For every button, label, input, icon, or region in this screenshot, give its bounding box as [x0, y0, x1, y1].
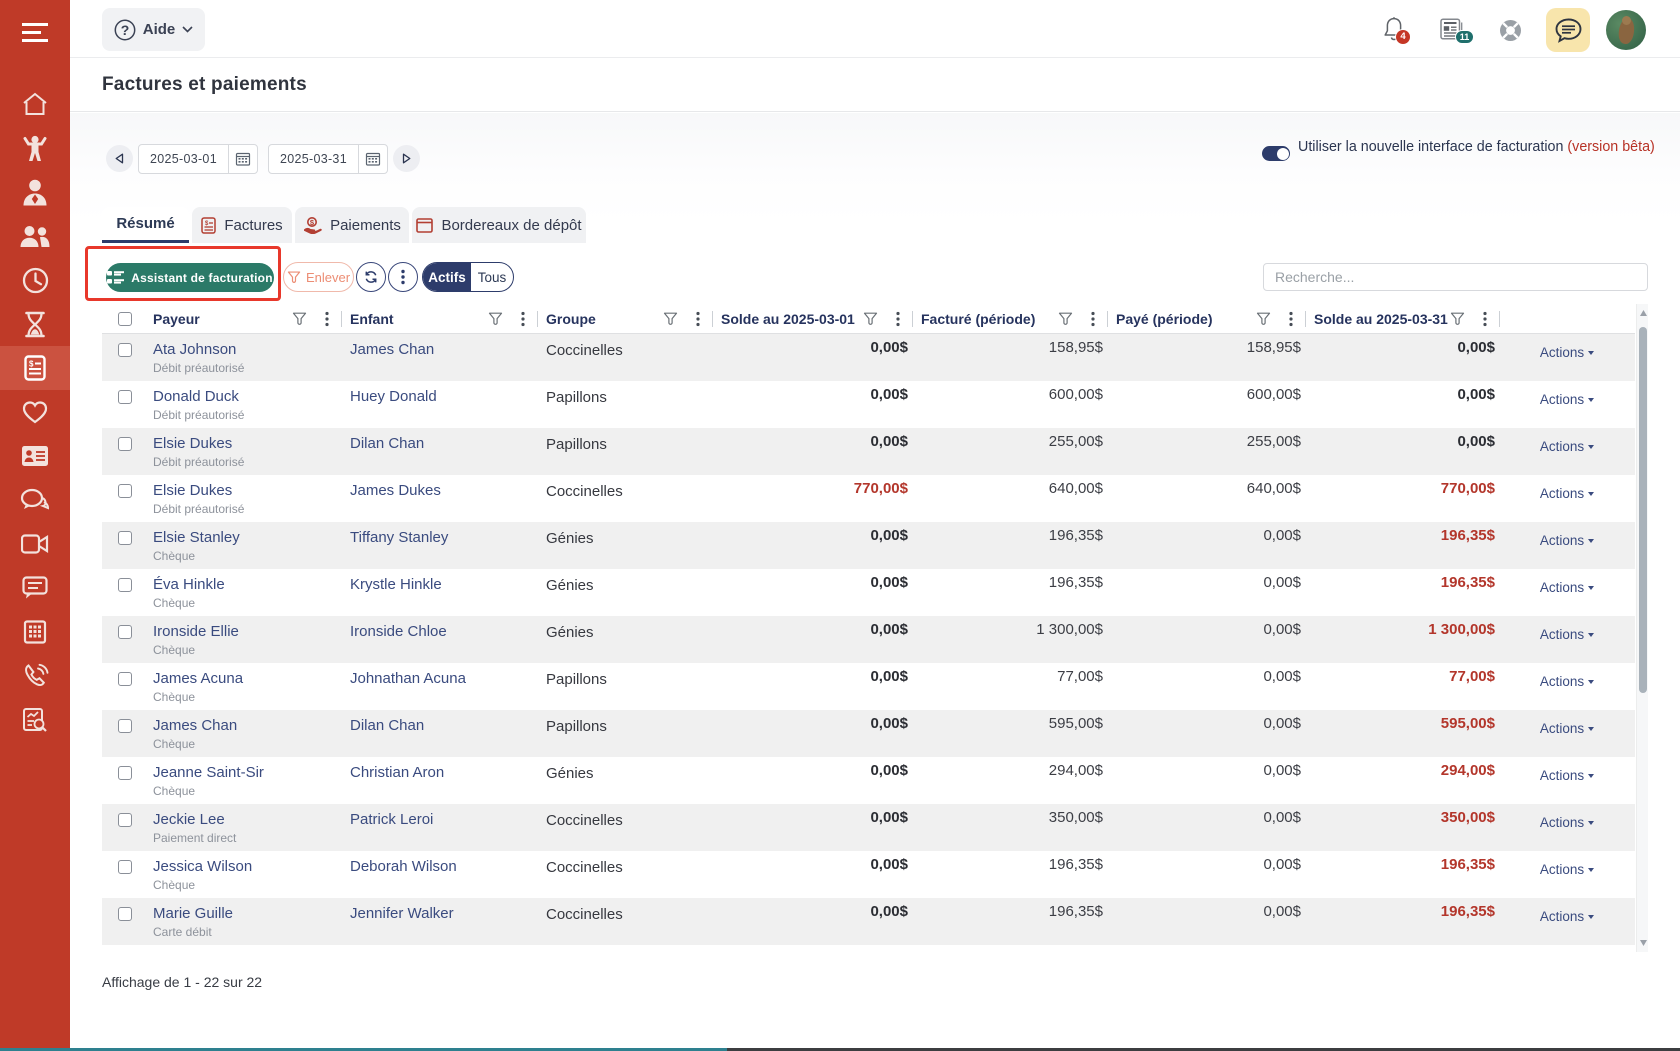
- svg-text:$: $: [29, 360, 34, 369]
- svg-text:$: $: [205, 221, 209, 227]
- svg-text:?: ?: [120, 22, 129, 38]
